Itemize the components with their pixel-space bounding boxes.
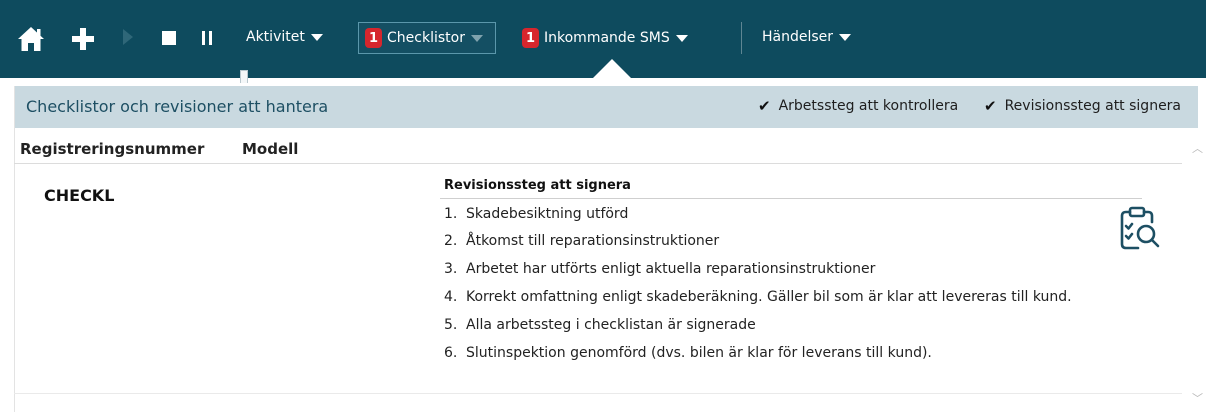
- checklistor-menu[interactable]: 1 Checklistor: [358, 22, 496, 54]
- panel-title: Checklistor och revisioner att hantera: [26, 97, 329, 116]
- filter-revisionssteg[interactable]: ✔ Revisionssteg att signera: [984, 97, 1181, 115]
- pause-icon[interactable]: [202, 31, 216, 45]
- column-header-modell[interactable]: Modell: [242, 140, 298, 158]
- dropdown-pointer: [592, 59, 632, 79]
- home-icon[interactable]: [16, 24, 46, 54]
- step-number: 5.: [444, 317, 458, 333]
- panel-border: [14, 86, 15, 412]
- filter-label: Revisionssteg att signera: [1004, 98, 1182, 114]
- clipboard-search-icon[interactable]: [1116, 206, 1162, 252]
- list-item: 6. Slutinspektion genomförd (dvs. bilen ä…: [444, 345, 932, 361]
- handelser-label: Händelser: [762, 29, 834, 45]
- checklistor-label: Checklistor: [387, 30, 465, 46]
- filter-label: Arbetssteg att kontrollera: [778, 98, 959, 114]
- list-item: 5. Alla arbetssteg i checklistan är signe…: [444, 317, 756, 333]
- chevron-down-icon: [675, 34, 688, 42]
- sms-badge: 1: [522, 28, 539, 48]
- step-number: 6.: [444, 345, 458, 361]
- step-text: Åtkomst till reparationsinstruktioner: [466, 233, 720, 249]
- panel-header: Checklistor och revisioner att hantera ✔…: [14, 86, 1198, 128]
- header-divider: [14, 163, 1182, 164]
- sms-label: Inkommande SMS: [544, 30, 670, 46]
- checkmark-icon[interactable]: ✔: [758, 97, 771, 115]
- scroll-up-icon[interactable]: ︿: [1192, 140, 1203, 156]
- chevron-down-icon: [470, 34, 483, 42]
- step-text: Alla arbetssteg i checklistan är signera…: [466, 317, 756, 333]
- step-number: 2.: [444, 233, 458, 249]
- play-icon[interactable]: [122, 28, 134, 46]
- step-text: Skadebesiktning utförd: [466, 206, 629, 222]
- aktivitet-label: Aktivitet: [246, 29, 305, 45]
- list-item: 1. Skadebesiktning utförd: [444, 206, 628, 222]
- registreringsnummer-cell[interactable]: CHECKL: [44, 186, 114, 205]
- chevron-down-icon: [310, 33, 323, 41]
- column-header-registreringsnummer[interactable]: Registreringsnummer: [20, 140, 204, 158]
- step-number: 4.: [444, 289, 458, 305]
- handelser-menu[interactable]: Händelser: [762, 29, 852, 45]
- background-field: [240, 70, 248, 83]
- list-item: 3. Arbetet har utförts enligt aktuella re…: [444, 261, 875, 277]
- step-number: 1.: [444, 206, 458, 222]
- checklistor-badge: 1: [365, 28, 382, 48]
- step-text: Arbetet har utförts enligt aktuella repa…: [466, 261, 876, 277]
- step-number: 3.: [444, 261, 458, 277]
- steps-divider: [440, 198, 1142, 199]
- toolbar-divider: [741, 22, 742, 54]
- chevron-down-icon: [839, 33, 852, 41]
- inkommande-sms-menu[interactable]: 1 Inkommande SMS: [522, 28, 688, 48]
- step-text: Slutinspektion genomförd (dvs. bilen är …: [466, 345, 932, 361]
- stop-icon[interactable]: [162, 31, 176, 45]
- step-text: Korrekt omfattning enligt skadeberäkning…: [466, 289, 1072, 305]
- list-item: 2. Åtkomst till reparationsinstruktioner: [444, 233, 719, 249]
- row-divider: [14, 393, 1182, 394]
- checkmark-icon[interactable]: ✔: [984, 97, 997, 115]
- list-item: 4. Korrekt omfattning enligt skadeberäkni…: [444, 289, 1072, 305]
- plus-icon[interactable]: [70, 24, 96, 54]
- steps-heading: Revisionssteg att signera: [444, 178, 631, 193]
- scroll-down-icon[interactable]: ﹀: [1192, 390, 1203, 406]
- aktivitet-menu[interactable]: Aktivitet: [246, 29, 323, 45]
- filter-arbetssteg[interactable]: ✔ Arbetssteg att kontrollera: [758, 97, 958, 115]
